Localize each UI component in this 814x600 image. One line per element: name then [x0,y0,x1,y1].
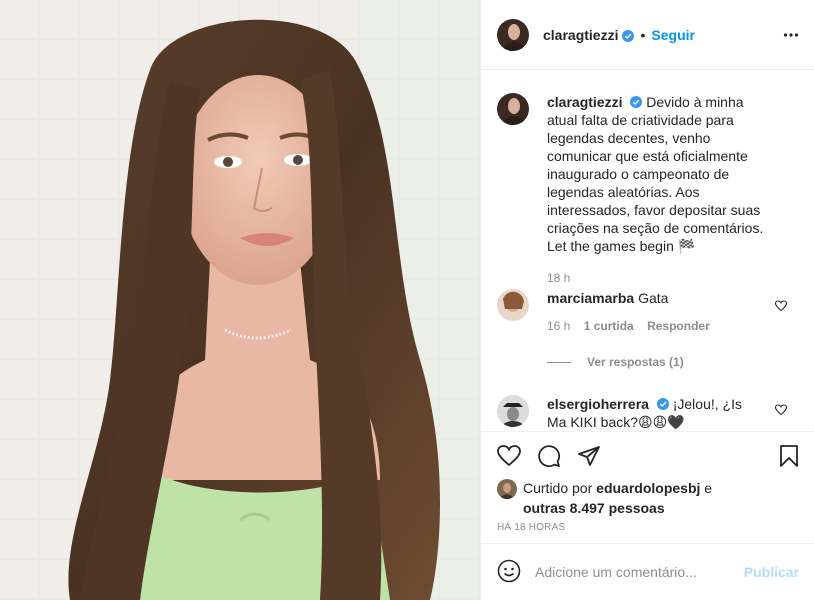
post-image [0,0,480,600]
post-container: claragtiezzi • Seguir claragtiezzi Devid… [0,0,814,600]
share-icon[interactable] [577,444,601,471]
view-replies-label: Ver respostas (1) [587,355,684,369]
commenter-avatar[interactable] [497,289,529,321]
view-replies-button[interactable]: Ver respostas (1) [547,355,684,369]
reply-button[interactable]: Responder [647,319,710,333]
add-comment-bar: Publicar [481,543,814,600]
comment-like-heart-icon[interactable] [774,299,788,315]
follow-button[interactable]: Seguir [651,27,695,43]
likes-others[interactable]: outras 8.497 pessoas [523,500,665,516]
comment-time: 16 h [547,319,571,333]
publish-button[interactable]: Publicar [744,564,799,580]
author-username[interactable]: claragtiezzi [543,27,618,43]
comments-list[interactable]: claragtiezzi Devido à minha atual falta … [481,71,814,431]
likes-prefix: Curtido por [523,480,593,496]
comment-text: Gata [638,290,669,306]
likes-middle: e [704,480,713,496]
post-photo[interactable] [0,0,480,600]
caption-time: 18 h [547,271,571,285]
bookmark-icon[interactable] [777,444,801,471]
caption-avatar[interactable] [497,93,529,125]
comment-likes[interactable]: 1 curtida [584,319,634,333]
comment-like-heart-icon[interactable] [774,403,788,419]
comment-item: elsergioherrera ¡Jelou!, ¿Is Ma KIKI bac… [497,395,797,431]
author-avatar[interactable] [497,18,529,51]
liker-avatar[interactable] [497,479,517,499]
post-side-panel: claragtiezzi • Seguir claragtiezzi Devid… [480,0,814,600]
liker-username[interactable]: eduardolopesbj [596,480,700,496]
replies-divider [547,361,571,363]
commenter-username[interactable]: marciamarba [547,290,634,306]
verified-icon [622,29,635,42]
likes-summary: Curtido por eduardolopesbj e outras 8.49… [497,478,753,518]
heart-icon[interactable] [497,444,521,471]
commenter-username[interactable]: elsergioherrera [547,396,649,412]
post-header: claragtiezzi • Seguir [481,0,814,70]
comment-icon[interactable] [537,444,561,471]
header-separator: • [640,26,646,43]
caption-text: Devido à minha atual falta de criativida… [547,94,764,254]
caption-username[interactable]: claragtiezzi [547,94,622,110]
more-options-icon[interactable] [783,27,799,46]
verified-icon [656,396,669,410]
comment-item: marciamarba Gata 16 h 1 curtida Responde… [497,289,797,333]
post-actions: Curtido por eduardolopesbj e outras 8.49… [481,431,814,543]
emoji-icon[interactable] [497,559,521,586]
caption-body: claragtiezzi Devido à minha atual falta … [547,93,769,255]
post-timestamp[interactable]: HÁ 18 HORAS [497,522,565,533]
verified-icon [630,94,643,108]
commenter-avatar[interactable] [497,395,529,427]
caption: claragtiezzi Devido à minha atual falta … [497,93,797,285]
comment-input[interactable] [535,564,744,580]
